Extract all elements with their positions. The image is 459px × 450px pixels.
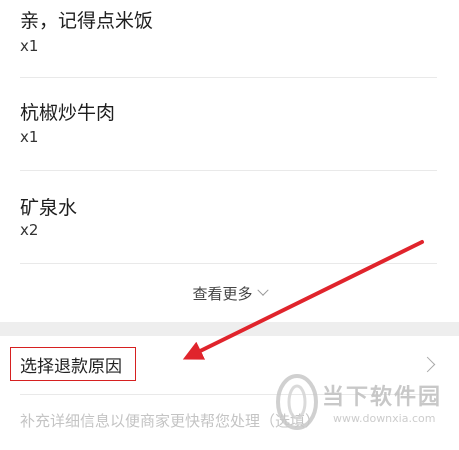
supplement-input[interactable]: 补充详细信息以便商家更快帮您处理（选填） (20, 410, 320, 431)
watermark-url: www.downxia.com (333, 412, 436, 425)
item-qty: x2 (20, 221, 39, 239)
refund-reason-label: 选择退款原因 (20, 357, 122, 377)
item-name: 杭椒炒牛肉 (20, 102, 116, 124)
order-item: 亲，记得点米饭 x1 (0, 0, 459, 74)
show-more-button[interactable]: 查看更多 (0, 264, 459, 322)
chevron-right-icon (419, 356, 436, 373)
chevron-down-icon (256, 284, 269, 296)
item-qty: x1 (20, 128, 39, 146)
order-item: 矿泉水 x2 (0, 171, 459, 263)
order-item: 杭椒炒牛肉 x1 (0, 78, 459, 170)
section-gap (0, 322, 459, 336)
item-qty: x1 (20, 37, 39, 55)
refund-reason-row[interactable]: 选择退款原因 (0, 336, 459, 394)
item-name: 亲，记得点米饭 (20, 10, 154, 32)
item-name: 矿泉水 (20, 197, 78, 219)
divider (20, 394, 437, 395)
show-more-label: 查看更多 (192, 284, 253, 303)
